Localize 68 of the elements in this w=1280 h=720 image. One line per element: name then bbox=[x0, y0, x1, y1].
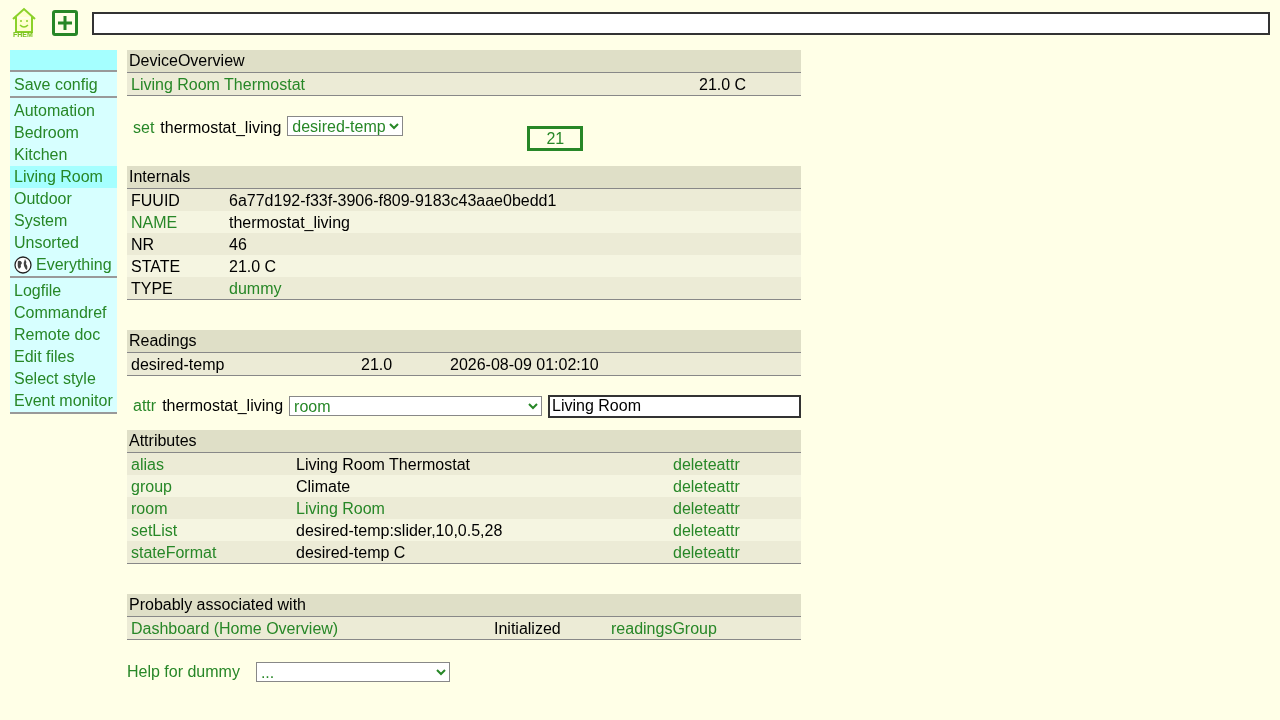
sidebar-item[interactable]: Automation bbox=[10, 100, 117, 122]
table-cell-text: Climate bbox=[296, 477, 351, 497]
link[interactable]: deleteattr bbox=[673, 519, 740, 543]
option-select[interactable]: room bbox=[289, 396, 543, 416]
table-cell-text: FUUID bbox=[131, 191, 180, 211]
table-cell-text: 6a77d192-f33f-3906-f809-9183c43aae0bedd1 bbox=[229, 191, 557, 211]
command-field[interactable] bbox=[92, 11, 1270, 35]
sidebar-item[interactable]: Outdoor bbox=[10, 188, 117, 210]
table-cell-text: 46 bbox=[229, 235, 247, 255]
link[interactable]: room bbox=[131, 497, 168, 521]
table-cell-text: 21.0 bbox=[361, 355, 393, 375]
section-header: Probably associated with bbox=[127, 594, 801, 617]
table-cell-text: 21.0 C bbox=[229, 257, 277, 277]
option-select[interactable]: desired-temp bbox=[287, 116, 404, 136]
device-name: thermostat_living bbox=[160, 118, 282, 138]
sidebar-item-label: Everything bbox=[36, 255, 112, 275]
link[interactable]: setList bbox=[131, 519, 178, 543]
sidebar-item[interactable]: Save config bbox=[10, 74, 117, 96]
help-select[interactable]: ... bbox=[255, 662, 450, 682]
sidebar-item[interactable]: Event monitor bbox=[10, 390, 117, 412]
link[interactable]: deleteattr bbox=[673, 497, 740, 521]
table-cell-text: desired-temp C bbox=[296, 543, 406, 563]
table-cell-text: Living Room Thermostat bbox=[296, 455, 470, 475]
link[interactable]: NAME bbox=[131, 211, 178, 235]
link[interactable]: alias bbox=[131, 453, 164, 477]
link[interactable]: Living Room bbox=[296, 497, 385, 521]
value-field[interactable]: Living Room bbox=[548, 394, 801, 418]
device-name: thermostat_living bbox=[162, 396, 284, 416]
help-link[interactable]: Help for dummy bbox=[127, 660, 240, 684]
sidebar-item[interactable]: Commandref bbox=[10, 302, 117, 324]
table-cell-text: Initialized bbox=[494, 619, 561, 639]
link[interactable]: deleteattr bbox=[673, 475, 740, 499]
sidebar-item[interactable]: System bbox=[10, 210, 117, 232]
sidebar-item[interactable]: Living Room bbox=[10, 166, 117, 188]
link[interactable]: deleteattr bbox=[673, 541, 740, 565]
table-cell-text: STATE bbox=[131, 257, 181, 277]
section-header: Internals bbox=[127, 166, 801, 189]
section-header: DeviceOverview bbox=[127, 50, 801, 73]
sidebar-item[interactable]: Select style bbox=[10, 368, 117, 390]
sidebar-item[interactable]: Remote doc bbox=[10, 324, 117, 346]
link[interactable]: Living Room Thermostat bbox=[131, 73, 305, 97]
command-link[interactable]: set bbox=[133, 116, 155, 140]
section-header: Attributes bbox=[127, 430, 801, 453]
table-cell-text: 21.0 C bbox=[699, 75, 747, 95]
sidebar-item[interactable]: Kitchen bbox=[10, 144, 117, 166]
sidebar-item[interactable]: Everything bbox=[10, 254, 117, 276]
link[interactable]: group bbox=[131, 475, 172, 499]
table-cell-text: NR bbox=[131, 235, 155, 255]
link[interactable]: stateFormat bbox=[131, 541, 217, 565]
sidebar-item[interactable]: Bedroom bbox=[10, 122, 117, 144]
table-cell-text: TYPE bbox=[131, 279, 173, 299]
add-button[interactable] bbox=[52, 10, 78, 36]
table-cell-text: desired-temp bbox=[131, 355, 225, 375]
globe-icon bbox=[14, 256, 32, 274]
section-header: Readings bbox=[127, 330, 801, 353]
table-cell-text: 2026-08-09 01:02:10 bbox=[450, 355, 599, 375]
sidebar-item[interactable]: Logfile bbox=[10, 280, 117, 302]
table-cell-text: thermostat_living bbox=[229, 213, 350, 233]
sidebar-item[interactable]: Edit files bbox=[10, 346, 117, 368]
link[interactable]: readingsGroup bbox=[611, 617, 717, 641]
table-cell-text: desired-temp:slider,10,0.5,28 bbox=[296, 521, 503, 541]
link[interactable]: dummy bbox=[229, 277, 282, 301]
command-link[interactable]: attr bbox=[133, 394, 157, 418]
link[interactable]: Dashboard (Home Overview) bbox=[131, 617, 339, 641]
plus-icon bbox=[58, 16, 72, 30]
link[interactable]: deleteattr bbox=[673, 453, 740, 477]
value-field[interactable]: 21 bbox=[527, 126, 584, 151]
sidebar-item[interactable]: Unsorted bbox=[10, 232, 117, 254]
